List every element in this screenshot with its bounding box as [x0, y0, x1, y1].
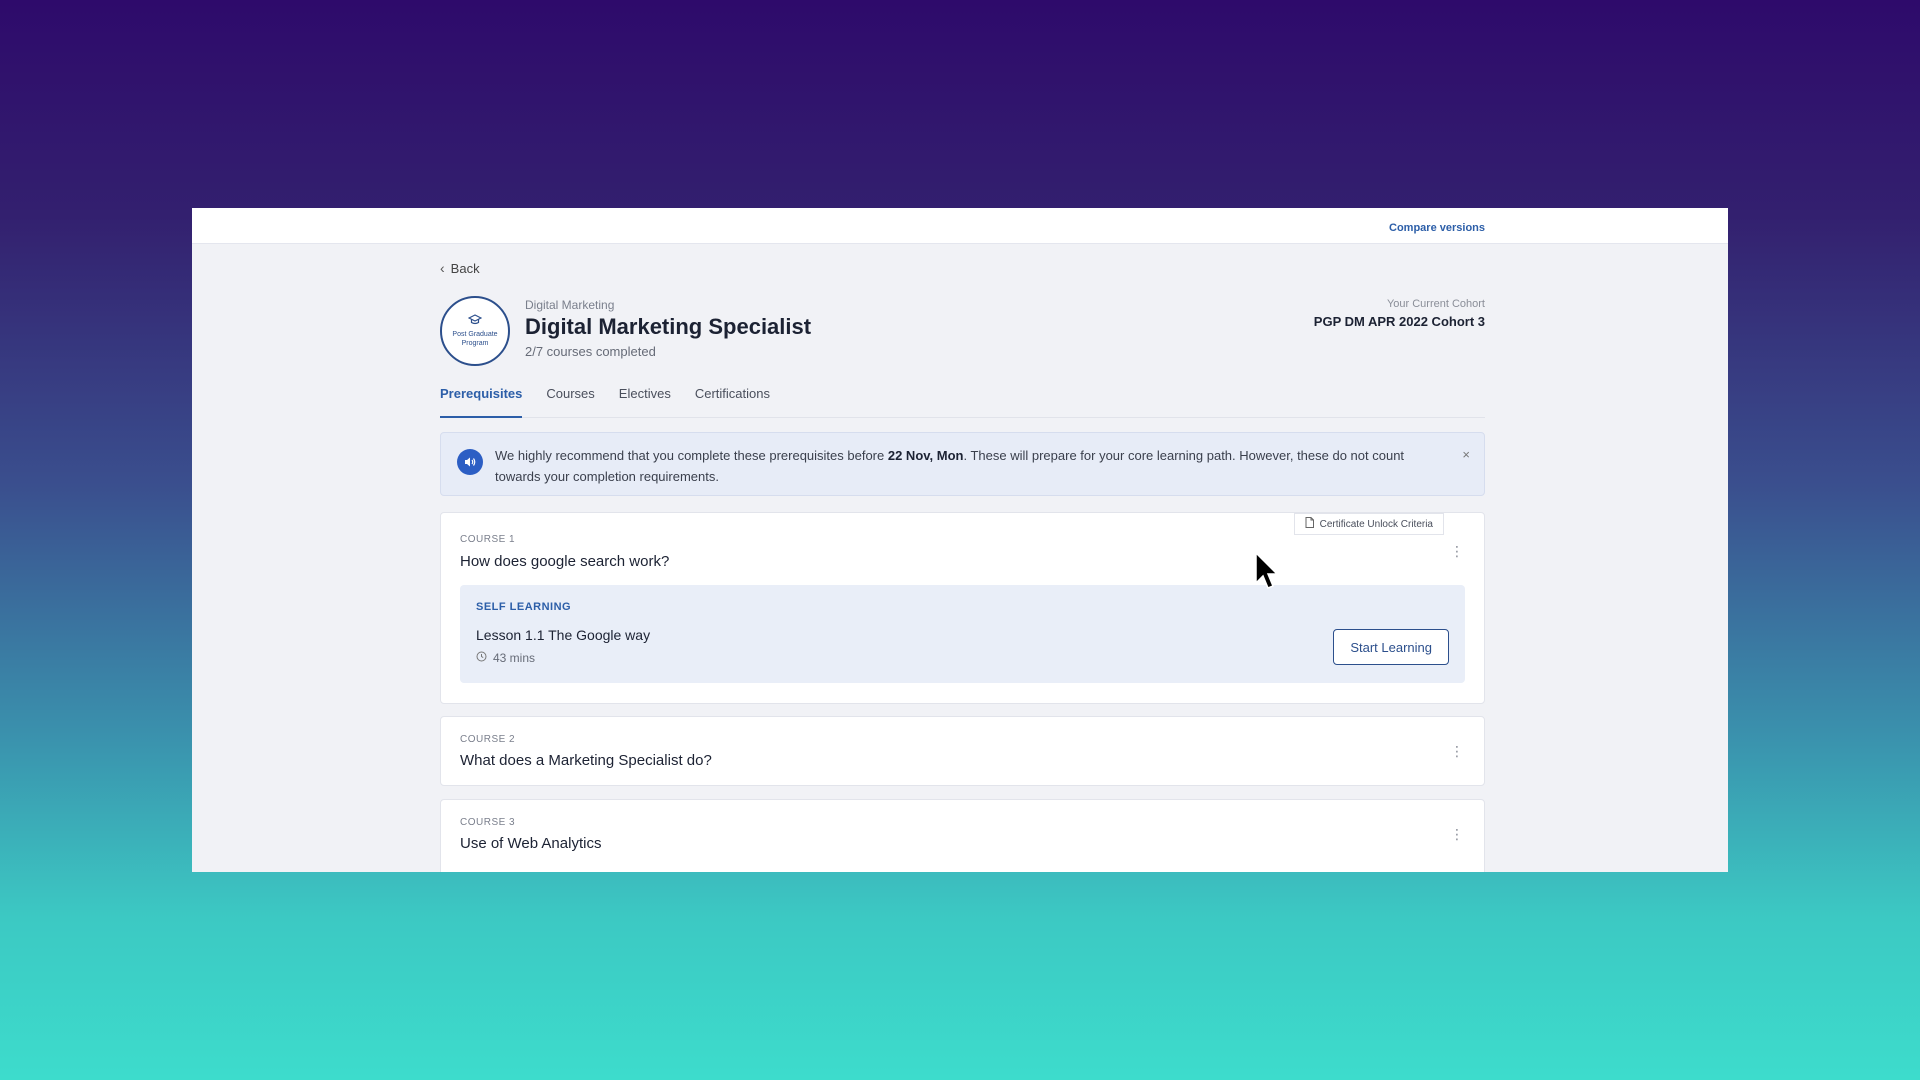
course-title: What does a Marketing Specialist do? [460, 752, 712, 769]
cohort-value: PGP DM APR 2022 Cohort 3 [1313, 314, 1485, 329]
back-label: Back [450, 260, 480, 276]
tab-courses[interactable]: Courses [546, 384, 594, 418]
compare-versions-link[interactable]: Compare versions [1389, 222, 1485, 234]
chevron-left-icon: ‹ [440, 260, 445, 276]
app-window: Compare versions ‹ Back Post Graduate Pr… [192, 208, 1728, 872]
lesson-panel: SELF LEARNING Lesson 1.1 The Google way … [460, 585, 1465, 683]
top-bar: Compare versions [192, 208, 1728, 244]
course-number: COURSE 2 [460, 734, 516, 745]
notice-date: 22 Nov, Mon [887, 448, 964, 463]
certificate-unlock-criteria-button[interactable]: Certificate Unlock Criteria [1293, 513, 1444, 535]
lesson-title: Lesson 1.1 The Google way [476, 627, 651, 643]
course-card-2[interactable]: COURSE 2 What does a Marketing Specialis… [440, 716, 1485, 786]
badge-text: Post Graduate Program [452, 331, 498, 347]
lesson-type: SELF LEARNING [476, 601, 572, 613]
program-header: Post Graduate Program Digital Marketing … [440, 296, 1485, 368]
mouse-cursor-icon [1255, 551, 1279, 589]
notice-message: We highly recommend that you complete th… [495, 445, 1435, 487]
notice-text-before: We highly recommend that you complete th… [495, 448, 888, 463]
speaker-icon [457, 449, 483, 475]
graduation-cap-icon [467, 314, 483, 328]
course-card-1: Certificate Unlock Criteria COURSE 1 How… [440, 512, 1485, 704]
course-progress: 2/7 courses completed [525, 344, 656, 359]
duration-text: 43 mins [493, 651, 536, 665]
course-number: COURSE 1 [460, 534, 516, 545]
more-options-icon[interactable]: ⋮ [1450, 743, 1464, 760]
program-category: Digital Marketing [525, 298, 615, 312]
cohort-label: Your Current Cohort [1386, 298, 1485, 310]
tab-prerequisites[interactable]: Prerequisites [440, 384, 523, 418]
page-title: Digital Marketing Specialist [525, 314, 812, 339]
clock-icon [476, 651, 487, 665]
close-icon[interactable]: × [1462, 447, 1470, 462]
back-button[interactable]: ‹ Back [440, 260, 480, 276]
course-card-3[interactable]: COURSE 3 Use of Web Analytics ⋮ [440, 799, 1485, 872]
start-learning-button[interactable]: Start Learning [1333, 629, 1449, 665]
lesson-duration: 43 mins [476, 651, 535, 665]
more-options-icon[interactable]: ⋮ [1450, 543, 1464, 560]
course-title: Use of Web Analytics [460, 835, 602, 852]
certificate-unlock-label: Certificate Unlock Criteria [1319, 518, 1433, 530]
tab-bar: Prerequisites Courses Electives Certific… [440, 384, 1485, 418]
tab-certifications[interactable]: Certifications [695, 384, 770, 418]
course-number: COURSE 3 [460, 817, 516, 828]
tab-electives[interactable]: Electives [619, 384, 671, 418]
course-title: How does google search work? [460, 553, 670, 570]
more-options-icon[interactable]: ⋮ [1450, 826, 1464, 843]
prerequisite-notice: We highly recommend that you complete th… [440, 432, 1485, 496]
program-badge: Post Graduate Program [440, 296, 510, 366]
document-icon [1305, 517, 1314, 531]
